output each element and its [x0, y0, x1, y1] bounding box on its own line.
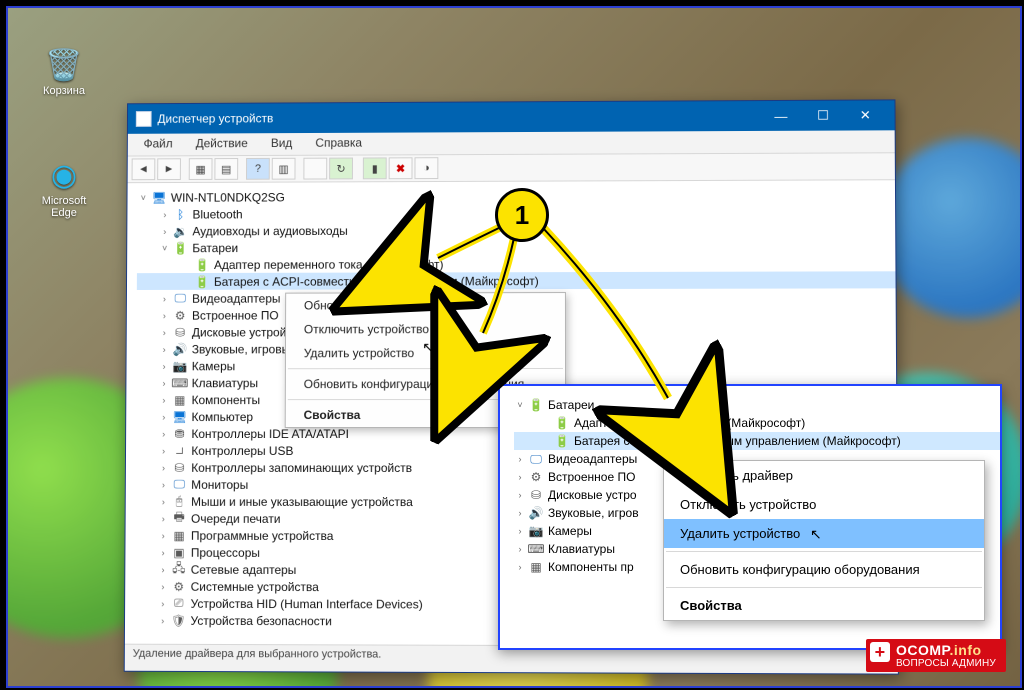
annotation-marker-1: 1 [495, 188, 549, 242]
usb-icon: ⯾ [172, 443, 188, 457]
menu-help[interactable]: Справка [305, 133, 372, 153]
toolbar-forward[interactable]: ► [157, 158, 181, 180]
sound-icon: 🔊 [528, 506, 544, 520]
tree-item-batteries[interactable]: ˅🔋Батареи [514, 396, 1000, 414]
component-icon: ▦ [528, 560, 544, 574]
camera-icon: 📷 [528, 524, 544, 538]
mouse-icon: 🖰 [171, 494, 187, 508]
plus-icon: + [870, 642, 890, 662]
chip-icon: ⚙ [528, 470, 544, 484]
toolbar-btn[interactable]: ▦ [189, 158, 213, 180]
menu-item-update-driver[interactable]: Обновить драйвер [664, 461, 984, 490]
hid-icon: ⎚ [171, 596, 187, 610]
titlebar[interactable]: Диспетчер устройств — ☐ ✕ [128, 100, 895, 133]
menu-action[interactable]: Действие [186, 133, 258, 153]
storage-icon: ⛁ [171, 460, 187, 474]
trash-icon: 🗑️ [36, 48, 92, 83]
toolbar-uninstall[interactable]: ✖ [389, 157, 413, 179]
battery-icon: 🔋 [554, 434, 570, 448]
toolbar-btn[interactable]: ◑ [414, 157, 438, 179]
system-icon: ⚙ [171, 579, 187, 593]
tree-item-acpi-battery[interactable]: 🔋Батарея с ACPI-совместимым управлением … [137, 271, 896, 290]
menu-item-disable-device[interactable]: Отключить устройство [286, 317, 565, 341]
desktop-icon-label: Корзина [43, 85, 85, 97]
menu-item-update-driver[interactable]: Обновить драйвер [286, 293, 565, 317]
cpu-icon: ▣ [171, 545, 187, 559]
menu-item-scan-hardware[interactable]: Обновить конфигурацию оборудования [664, 555, 984, 584]
photo-frame: 🗑️ Корзина ◉ Microsoft Edge Диспетчер ус… [6, 6, 1022, 688]
disk-icon: ⛁ [172, 325, 188, 339]
bokeh [878, 138, 1022, 318]
controller-icon: ⛃ [172, 427, 188, 441]
maximize-button[interactable]: ☐ [802, 101, 844, 131]
menu-view[interactable]: Вид [261, 133, 302, 153]
computer-icon: 🖥 [172, 410, 188, 424]
menu-item-uninstall-device[interactable]: Удалить устройство [664, 519, 984, 548]
computer-icon: 🖥 [151, 190, 167, 204]
watermark-text: .info [950, 642, 982, 658]
window-icon [136, 111, 152, 127]
tree-item-ac-adapter[interactable]: 🔋Адаптер переменного тока (Майкрософт) [514, 414, 1000, 432]
menu-item-disable-device[interactable]: Отключить устройство [664, 490, 984, 519]
toolbar-scan[interactable]: ↻ [329, 158, 353, 180]
toolbar: ◄ ► ▦ ▤ ? ▥ ↻ ▮ ✖ ◑ [128, 153, 895, 183]
watermark: + OCOMP.info ВОПРОСЫ АДМИНУ [866, 639, 1006, 672]
toolbar-btn[interactable]: ▤ [214, 158, 238, 180]
display-icon: 🖵 [172, 291, 188, 305]
minimize-button[interactable]: — [760, 101, 802, 131]
menu-item-uninstall-device[interactable]: Удалить устройство [286, 341, 565, 365]
software-icon: ▦ [171, 528, 187, 542]
battery-icon: 🔋 [194, 274, 210, 288]
menu-separator [666, 587, 982, 588]
menu-separator [288, 368, 563, 369]
battery-icon: 🔋 [173, 241, 189, 255]
printer-icon: 🖶 [171, 511, 187, 525]
menu-file[interactable]: Файл [134, 134, 183, 154]
toolbar-btn[interactable]: ▮ [363, 157, 387, 179]
network-icon: 🖧 [171, 562, 187, 576]
tree-item-ac-adapter[interactable]: 🔋Адаптер переменного тока (Майкрософт) [137, 254, 896, 273]
desktop-icon-edge[interactable]: ◉ Microsoft Edge [36, 158, 92, 219]
bluetooth-icon: ᛒ [173, 207, 189, 221]
watermark-text: OCOMP [896, 642, 950, 658]
window-title: Диспетчер устройств [157, 109, 759, 126]
menu-separator [666, 551, 982, 552]
context-menu-inset: Обновить драйвер Отключить устройство Уд… [663, 460, 985, 621]
close-button[interactable]: ✕ [844, 100, 886, 130]
toolbar-btn[interactable] [303, 158, 327, 180]
edge-icon: ◉ [36, 158, 92, 193]
menu-bar: Файл Действие Вид Справка [128, 130, 895, 156]
watermark-subtitle: ВОПРОСЫ АДМИНУ [896, 659, 996, 669]
menu-item-properties[interactable]: Свойства [664, 591, 984, 620]
display-icon: 🖵 [528, 452, 544, 466]
monitor-icon: 🖵 [171, 477, 187, 491]
component-icon: ▦ [172, 393, 188, 407]
security-icon: 🛡 [171, 613, 187, 627]
battery-icon: 🔋 [194, 258, 210, 272]
chip-icon: ⚙ [172, 308, 188, 322]
keyboard-icon: ⌨ [172, 376, 188, 390]
battery-icon: 🔋 [554, 416, 570, 430]
toolbar-help[interactable]: ? [246, 158, 270, 180]
desktop-icon-label: Microsoft Edge [42, 195, 87, 219]
status-text: Удаление драйвера для выбранного устройс… [133, 648, 382, 661]
battery-icon: 🔋 [528, 398, 544, 412]
toolbar-back[interactable]: ◄ [132, 158, 156, 180]
audio-icon: 🔉 [173, 224, 189, 238]
disk-icon: ⛁ [528, 488, 544, 502]
toolbar-btn[interactable]: ▥ [272, 158, 296, 180]
tree-item-acpi-battery[interactable]: 🔋Батарея с ACPI-совместимым управлением … [514, 432, 1000, 450]
keyboard-icon: ⌨ [528, 542, 544, 556]
camera-icon: 📷 [172, 359, 188, 373]
desktop-icon-recycle-bin[interactable]: 🗑️ Корзина [36, 48, 92, 97]
sound-icon: 🔊 [172, 342, 188, 356]
